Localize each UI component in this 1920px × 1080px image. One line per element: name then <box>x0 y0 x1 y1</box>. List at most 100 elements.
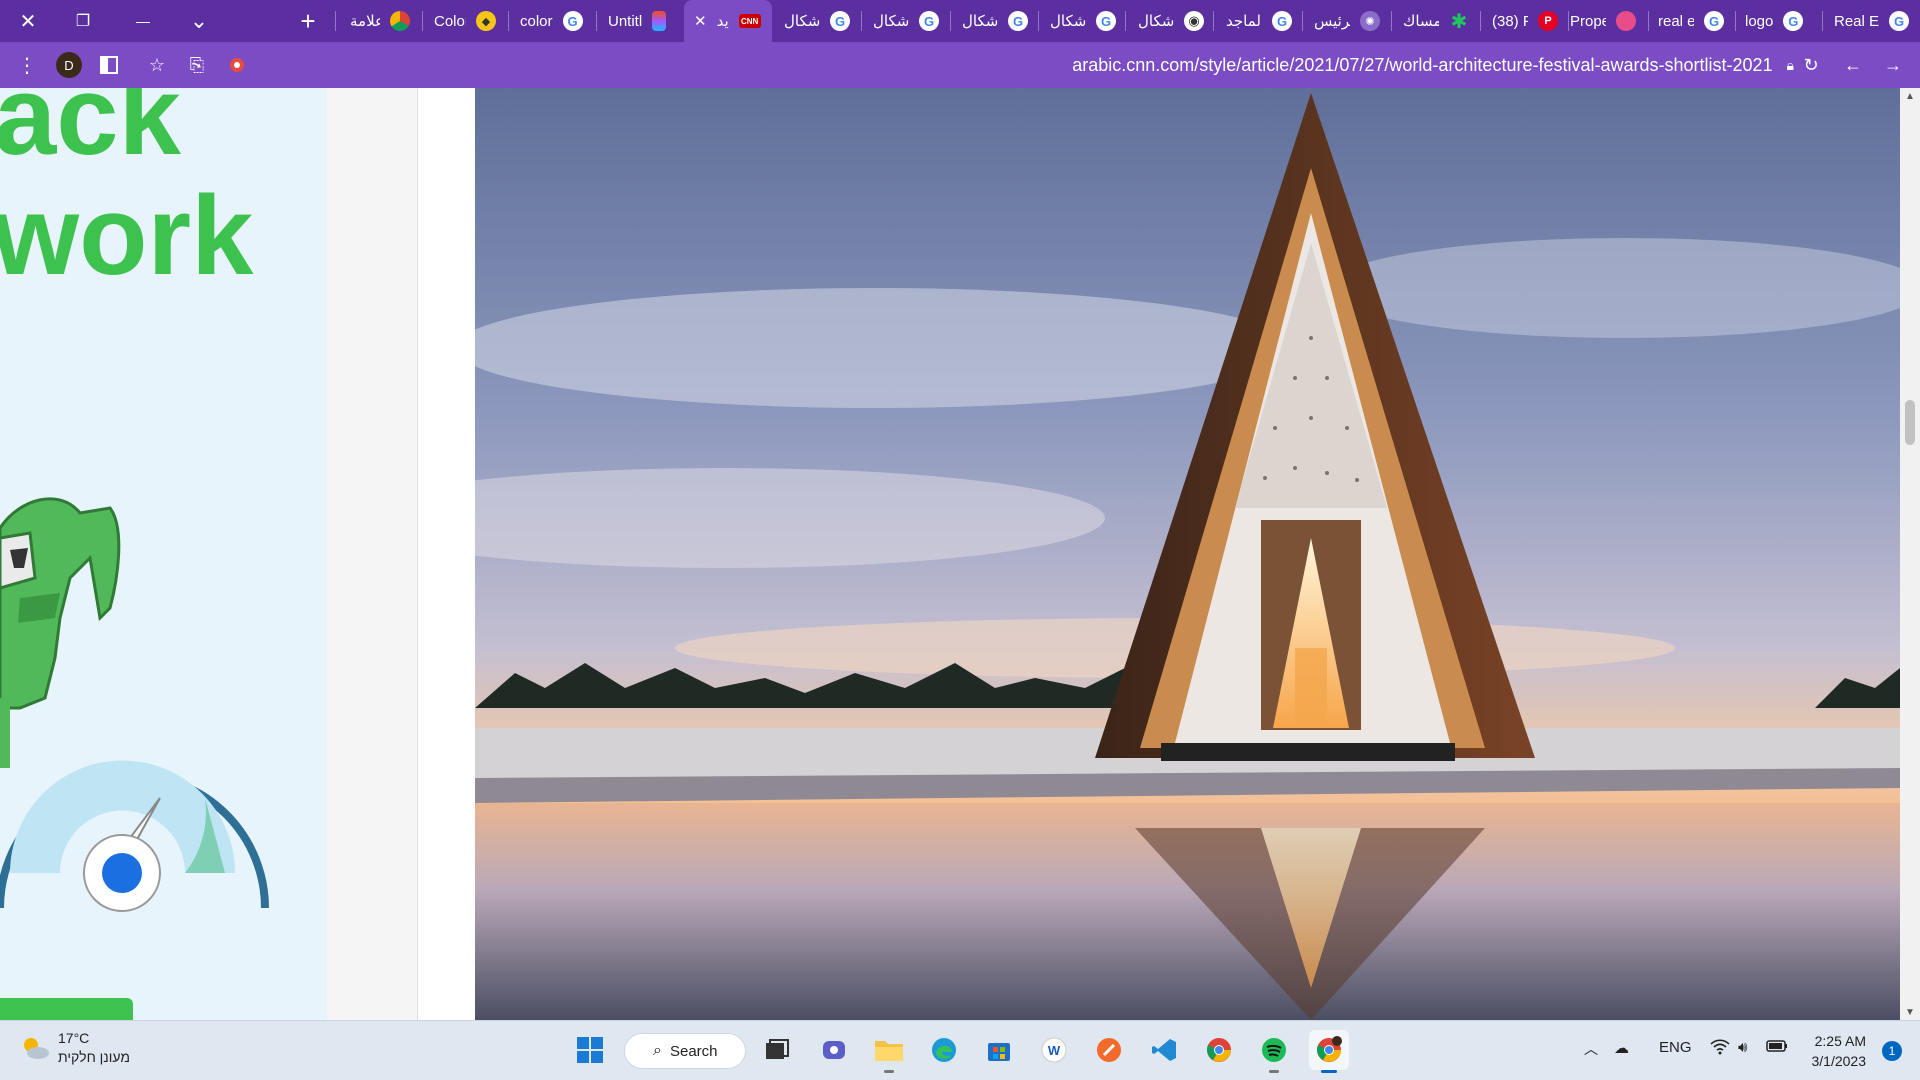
google-icon: G <box>1096 11 1116 31</box>
active-indicator <box>1321 1070 1337 1073</box>
start-button[interactable] <box>570 1030 610 1070</box>
weather-temperature: 17°C <box>58 1030 90 1046</box>
task-view-button[interactable] <box>757 1030 797 1070</box>
tab[interactable]: Real E G <box>1824 0 1920 42</box>
volume-icon[interactable]: 🔊︎ <box>1738 1039 1747 1056</box>
chevron-up-icon[interactable]: ︿ <box>1584 1039 1598 1059</box>
vscode-icon <box>1152 1039 1176 1061</box>
tab-separator <box>1480 11 1481 31</box>
tab-label: Real E <box>1834 12 1880 30</box>
new-tab-button[interactable]: + <box>283 0 333 42</box>
tab-label: real e <box>1658 12 1694 30</box>
tab[interactable]: اشكال G <box>952 0 1038 42</box>
tab-label: اشكال <box>873 13 909 30</box>
onedrive-icon[interactable]: ☁ <box>1614 1039 1629 1057</box>
scroll-down-icon[interactable]: ▼ <box>1900 1004 1920 1020</box>
svg-text:W: W <box>1048 1043 1061 1058</box>
word-icon: W <box>1041 1037 1067 1063</box>
figma-icon <box>652 11 667 31</box>
restore-window-button[interactable]: ❐ <box>58 0 108 42</box>
tab[interactable]: اشكال G <box>863 0 949 42</box>
scroll-thumb[interactable] <box>1905 400 1915 445</box>
lock-icon[interactable]: 🔒︎ <box>1787 57 1794 74</box>
extension-icon[interactable] <box>222 50 252 80</box>
spotify-button[interactable] <box>1254 1030 1294 1073</box>
page-scrollbar[interactable]: ▲ ▼ <box>1900 88 1920 1020</box>
tab-label: logo <box>1745 12 1774 30</box>
tab[interactable]: color G <box>510 0 594 42</box>
orange-app-icon <box>1097 1038 1121 1062</box>
search-icon: ⌕ <box>653 1042 662 1059</box>
chrome-profile-button[interactable] <box>1309 1030 1349 1073</box>
avatar[interactable]: D <box>56 52 82 78</box>
bookmark-star-icon[interactable]: ☆ <box>142 50 172 80</box>
tab-active[interactable]: ✕ يد CNN <box>684 0 772 42</box>
tab[interactable]: اشكال G <box>774 0 860 42</box>
star-icon: ✱ <box>1450 10 1468 33</box>
language-indicator[interactable]: ENG <box>1659 1039 1692 1056</box>
close-window-button[interactable]: ✕ <box>3 0 53 42</box>
edge-button[interactable] <box>924 1030 964 1070</box>
teams-chat-button[interactable] <box>814 1030 854 1070</box>
word-app-button[interactable]: W <box>1034 1030 1074 1070</box>
tab-separator <box>508 11 509 31</box>
close-icon: ✕ <box>19 10 37 33</box>
running-indicator <box>884 1070 894 1073</box>
tab[interactable]: logo G <box>1735 0 1821 42</box>
store-button[interactable] <box>979 1030 1019 1070</box>
tab-label: Color <box>434 12 466 30</box>
vscode-button[interactable] <box>1144 1030 1184 1070</box>
notification-badge[interactable]: 1 <box>1882 1041 1902 1061</box>
close-tab-icon[interactable]: ✕ <box>694 12 707 30</box>
url-text[interactable]: arabic.cnn.com/style/article/2021/07/27/… <box>1072 55 1772 76</box>
chrome-button[interactable] <box>1199 1030 1239 1070</box>
clock-date: 3/1/2023 <box>1811 1053 1867 1069</box>
tab-separator <box>950 11 951 31</box>
share-icon[interactable]: ⎘ <box>182 50 212 80</box>
taskbar-search[interactable]: ⌕ Search <box>624 1033 746 1069</box>
partly-cloudy-icon <box>20 1033 50 1063</box>
back-arrow-icon[interactable]: ← <box>1838 50 1868 80</box>
chat-icon <box>823 1041 845 1059</box>
clock[interactable]: 2:25 AM 3/1/2023 <box>1812 1031 1867 1071</box>
tab-search-button[interactable]: ⌄ <box>174 0 224 42</box>
forward-arrow-icon[interactable]: → <box>1878 50 1908 80</box>
menu-kebab-icon[interactable]: ⋮ <box>12 50 42 80</box>
google-icon: G <box>1272 11 1292 31</box>
edge-icon <box>932 1038 956 1062</box>
design-app-button[interactable] <box>1089 1030 1129 1070</box>
tab[interactable]: Untitl <box>598 0 682 42</box>
bee-icon: ◆ <box>476 11 496 31</box>
side-panel-icon[interactable] <box>94 50 124 80</box>
tab-label: (38) P <box>1492 12 1528 30</box>
tab[interactable]: (38) P P <box>1482 0 1568 42</box>
tab-label: Prope <box>1570 12 1606 30</box>
google-icon: G <box>562 11 583 31</box>
tab[interactable]: Prope <box>1560 0 1646 42</box>
google-icon: G <box>1889 11 1910 31</box>
tab[interactable]: Color ◆ <box>424 0 506 42</box>
article-hero-image <box>475 88 1900 1020</box>
plus-icon: + <box>300 5 316 36</box>
tab-separator <box>1822 11 1823 31</box>
task-view-icon <box>766 1039 789 1059</box>
tab[interactable]: الماجد G <box>1216 0 1302 42</box>
green-cta-button[interactable] <box>0 998 133 1020</box>
battery-icon[interactable] <box>1766 1039 1788 1057</box>
scroll-up-icon[interactable]: ▲ <box>1900 88 1920 104</box>
tab-label: اشكال <box>1138 13 1174 30</box>
tab[interactable]: اشكال ◉ <box>1128 0 1214 42</box>
hero-word-2: work <box>0 173 254 298</box>
speed-hero-illustration <box>0 497 269 912</box>
reload-icon[interactable]: ↻ <box>1796 50 1826 80</box>
weather-widget[interactable]: 17°C מעונן חלקית <box>20 1029 130 1067</box>
tab[interactable]: مساك ✱ <box>1393 0 1479 42</box>
address-bar[interactable]: arabic.cnn.com/style/article/2021/07/27/… <box>1072 51 1794 79</box>
tab[interactable]: الرئيس ✺ <box>1304 0 1390 42</box>
tab[interactable]: real e G <box>1648 0 1734 42</box>
tab[interactable]: اشكال G <box>1040 0 1126 42</box>
minimize-window-button[interactable]: — <box>118 0 168 42</box>
wifi-icon[interactable] <box>1710 1039 1730 1059</box>
tab[interactable]: علامة <box>340 0 420 42</box>
file-explorer-button[interactable] <box>869 1030 909 1073</box>
